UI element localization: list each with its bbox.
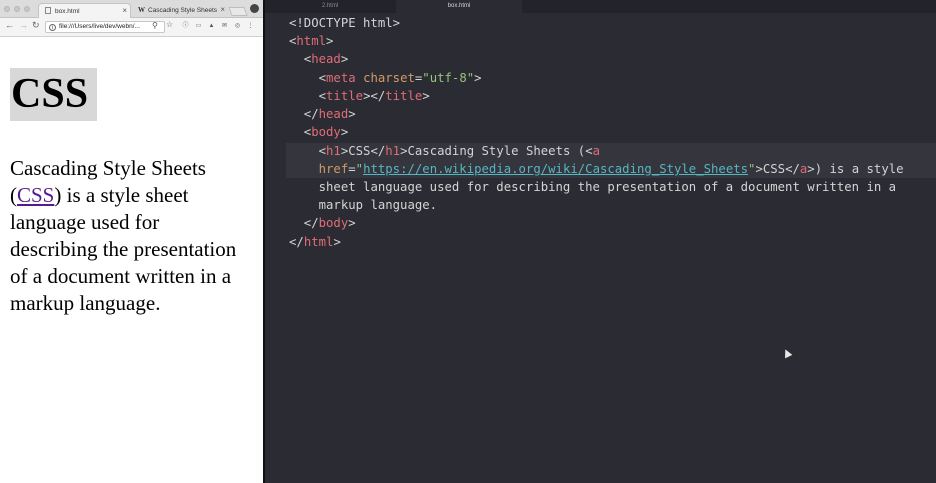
code-line: <body> <box>289 125 349 139</box>
back-arrow-icon[interactable]: ← <box>5 20 14 30</box>
extension-icon[interactable]: ⓘ <box>181 22 190 31</box>
forward-arrow-icon[interactable]: → <box>19 20 28 30</box>
window-close-dot[interactable] <box>4 6 10 12</box>
tab-close-icon[interactable]: × <box>220 5 225 14</box>
code-line: </body> <box>289 216 356 230</box>
code-editor: 2.html box.html <!DOCTYPE html> <html> <… <box>265 0 936 483</box>
tab-title: Cascading Style Sheets <box>148 7 218 14</box>
code-line: markup language. <box>318 198 438 212</box>
info-icon[interactable]: i <box>49 24 56 31</box>
extension-icon[interactable]: ▲ <box>207 22 216 31</box>
code-line: href="https://en.wikipedia.org/wiki/Casc… <box>318 162 904 176</box>
address-text: file:///Users/live/dev/webn/... <box>59 23 140 30</box>
code-area[interactable]: <!DOCTYPE html> <html> <head> <meta char… <box>265 14 936 474</box>
tab-title: box.html <box>55 8 80 15</box>
browser-toolbar: ← → ↻ i file:///Users/live/dev/webn/... ⚲… <box>0 18 263 37</box>
code-line: </html> <box>289 235 341 249</box>
wikipedia-icon: W <box>138 6 145 14</box>
new-tab-button[interactable] <box>228 7 248 16</box>
code-line: <html> <box>289 34 334 48</box>
browser-tab-box-html[interactable]: box.html × <box>38 3 131 18</box>
browser-tab-wikipedia[interactable]: W Cascading Style Sheets × <box>132 3 228 18</box>
href-url[interactable]: https://en.wikipedia.org/wiki/Cascading_… <box>363 162 748 176</box>
code-line: sheet language used for describing the p… <box>318 180 897 194</box>
zoom-icon[interactable]: ⚲ <box>152 21 158 30</box>
browser-tab-strip: box.html × W Cascading Style Sheets × <box>0 0 263 18</box>
code-line: <title></title> <box>289 89 430 103</box>
extension-icon[interactable]: ✉ <box>220 22 229 31</box>
browser-window: box.html × W Cascading Style Sheets × ← →… <box>0 0 263 483</box>
code-line: <meta charset="utf-8"> <box>289 71 482 85</box>
code-line: <!DOCTYPE html> <box>289 16 401 30</box>
extension-icon[interactable]: ▭ <box>194 22 203 31</box>
editor-tab-2-html[interactable]: 2.html <box>265 0 395 13</box>
tab-title: box.html <box>447 3 471 9</box>
bookmark-star-icon[interactable]: ☆ <box>166 20 173 29</box>
extension-icon[interactable]: ◎ <box>233 22 242 31</box>
page-paragraph: Cascading Style Sheets (CSS) is a style … <box>10 155 250 317</box>
window-zoom-dot[interactable] <box>24 6 30 12</box>
reload-icon[interactable]: ↻ <box>32 20 40 31</box>
file-icon <box>45 7 51 14</box>
code-line: </head> <box>289 107 356 121</box>
menu-icon[interactable]: ⋮ <box>246 22 255 31</box>
page-heading: CSS <box>10 68 97 121</box>
editor-tab-box-html[interactable]: box.html <box>396 0 522 13</box>
page-viewport: CSS Cascading Style Sheets (CSS) is a st… <box>0 37 263 483</box>
css-link[interactable]: CSS <box>17 183 54 207</box>
code-line: <head> <box>289 52 349 66</box>
tab-close-icon[interactable]: × <box>122 6 127 15</box>
editor-tab-bar: 2.html box.html <box>265 0 936 13</box>
window-minimize-dot[interactable] <box>14 6 20 12</box>
code-line: <h1>CSS</h1>Cascading Style Sheets (<a <box>289 144 600 158</box>
profile-icon[interactable] <box>250 4 259 13</box>
tab-title: 2.html <box>321 3 339 9</box>
address-bar[interactable]: i file:///Users/live/dev/webn/... <box>45 21 165 33</box>
